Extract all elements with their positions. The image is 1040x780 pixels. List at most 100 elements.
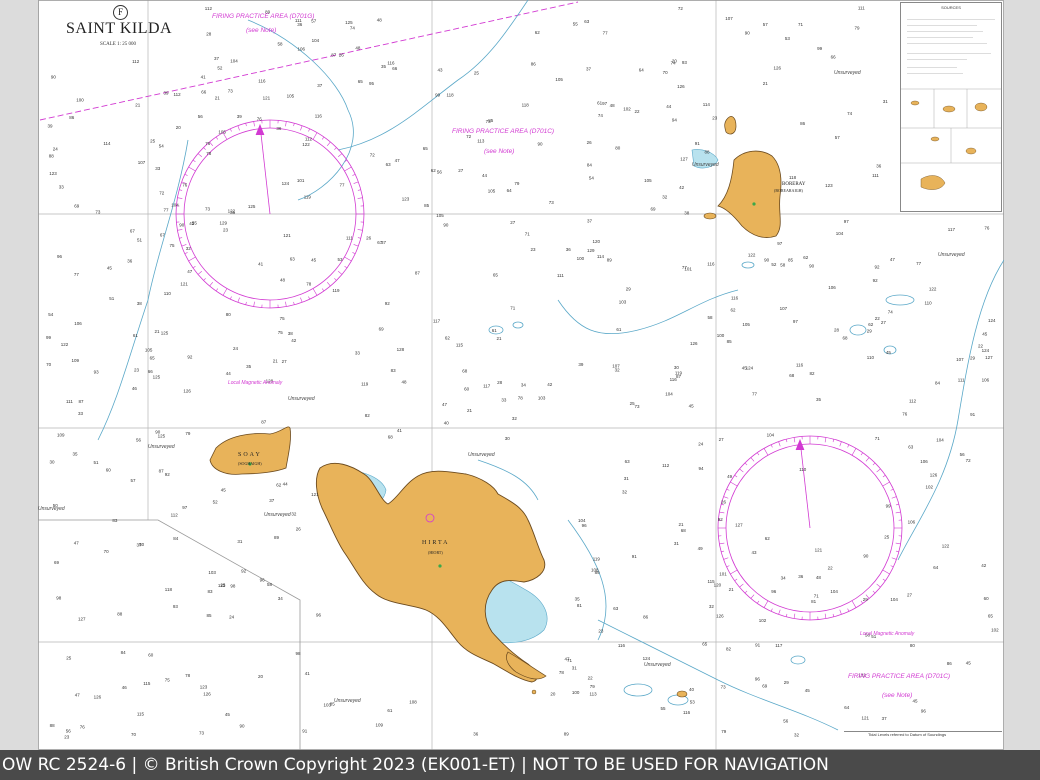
sounding-mark: 79 — [185, 431, 191, 436]
sounding-mark: 87 — [159, 468, 165, 473]
sounding-mark: 24 — [233, 346, 239, 351]
sounding-mark: 83 — [112, 518, 118, 523]
compass-tick — [734, 578, 738, 582]
unsurveyed-label: Unsurveyed — [264, 512, 291, 518]
sounding-mark: 73 — [95, 210, 101, 215]
sounding-mark: 117 — [775, 643, 783, 648]
sounding-mark: 58 — [278, 42, 284, 47]
sounding-mark: 22 — [828, 565, 834, 570]
unsurveyed-label: Unsurveyed — [468, 452, 495, 458]
sounding-mark: 114 — [703, 102, 711, 107]
sounding-mark: 21 — [215, 95, 221, 100]
sounding-mark: 73 — [635, 404, 641, 409]
sounding-mark: 97 — [844, 219, 850, 224]
sounding-mark: 48 — [280, 277, 286, 282]
sounding-mark: 96 — [755, 677, 761, 682]
sounding-mark: 95 — [369, 81, 375, 86]
sounding-mark: 45 — [221, 487, 227, 492]
sounding-mark: 37 — [882, 716, 888, 721]
unsurveyed-label: Unsurveyed — [288, 396, 315, 402]
sounding-mark: 124 — [643, 656, 651, 661]
nautical-chart[interactable]: 32 75 84 105 74 37 39 126 125 80 38 45 36 58 46 45 103 44… — [38, 0, 1004, 750]
sounding-mark: 34 — [521, 383, 527, 388]
sounding-mark: 65 — [702, 642, 708, 647]
sounding-mark: 55 — [573, 22, 579, 27]
sounding-mark: 103 — [538, 396, 546, 401]
sounding-mark: 101 — [719, 571, 727, 576]
sounding-mark: 90 — [179, 222, 185, 227]
sounding-mark: 105 — [555, 77, 563, 82]
sounding-mark: 126 — [930, 472, 938, 477]
compass-tick — [308, 296, 310, 300]
sounding-mark: 62 — [868, 322, 874, 327]
sounding-mark: 51 — [137, 238, 143, 243]
sounding-mark: 20 — [258, 674, 264, 679]
sounding-mark: 45 — [982, 332, 988, 337]
sounding-mark: 35 — [73, 452, 79, 457]
sounding-mark: 61 — [597, 100, 603, 105]
compass-tick — [300, 125, 303, 131]
sounding-mark: 98 — [230, 584, 236, 589]
sounding-mark: 26 — [296, 527, 302, 532]
sounding-mark: 119 — [304, 194, 312, 199]
sounding-mark: 114 — [597, 254, 605, 259]
compass-tick — [215, 288, 219, 292]
sounding-mark: 69 — [74, 204, 80, 209]
sounding-mark: 31 — [674, 541, 680, 546]
sounding-mark: 39 — [237, 114, 243, 119]
sounding-mark: 32 — [512, 416, 518, 421]
sounding-mark: 112 — [132, 59, 140, 64]
sounding-mark: 53 — [785, 36, 791, 41]
compass-tick — [357, 237, 361, 239]
sounding-mark: 63 — [613, 606, 619, 611]
sounding-mark: 99 — [817, 46, 823, 51]
sounding-mark: 73 — [205, 207, 211, 212]
sounding-mark: 104 — [767, 432, 775, 437]
sounding-mark: 36 — [473, 732, 479, 737]
sounding-mark: 48 — [610, 103, 616, 108]
sounding-mark: 90 — [51, 74, 57, 79]
sounding-mark: 66 — [831, 54, 837, 59]
sounding-mark: 67 — [377, 240, 383, 245]
sounding-mark: 96 — [582, 523, 588, 528]
sounding-mark: 122 — [61, 342, 69, 347]
sounding-mark: 111 — [557, 273, 564, 278]
sounding-mark: 71 — [510, 305, 516, 310]
compass-tick — [851, 600, 857, 608]
sounding-mark: 76 — [182, 183, 188, 188]
sounding-mark: 73 — [721, 685, 727, 690]
sounding-mark: 24 — [698, 441, 704, 446]
compass-tick — [353, 244, 359, 247]
sounding-mark: 109 — [376, 722, 384, 727]
sounding-mark: 62 — [535, 30, 541, 35]
compass-tick — [839, 441, 842, 447]
compass-tick — [230, 128, 232, 132]
sounding-mark: 111 — [858, 5, 865, 10]
compass-tick — [763, 600, 769, 608]
sounding-mark: 85 — [424, 203, 430, 208]
sounding-mark: 126 — [203, 691, 211, 696]
firing-area-note-d701g: (see Note) — [246, 27, 277, 34]
sounding-mark: 98 — [296, 651, 302, 656]
sounding-mark: 53 — [690, 700, 696, 705]
compass-tick — [253, 121, 255, 127]
sounding-mark: 107 — [956, 357, 964, 362]
compass-tick — [197, 270, 203, 275]
sounding-mark: 45 — [886, 350, 892, 355]
sounding-mark: 105 — [287, 94, 295, 99]
sounding-mark: 21 — [155, 329, 161, 334]
sounding-mark: 20 — [672, 59, 678, 64]
sounding-mark: 94 — [672, 117, 678, 122]
sounding-mark: 69 — [762, 684, 768, 689]
sounding-mark: 47 — [565, 656, 571, 661]
sounding-mark: 41 — [305, 671, 311, 676]
compass-tick — [744, 462, 748, 466]
compass-tick — [763, 448, 769, 456]
sounding-mark: 35 — [381, 64, 387, 69]
sounding-mark: 105 — [436, 213, 444, 218]
sounding-mark: 69 — [651, 207, 657, 212]
sounding-mark: 27 — [510, 220, 516, 225]
sounding-mark: 47 — [442, 402, 448, 407]
sounding-mark: 65 — [988, 613, 994, 618]
sounding-mark: 119 — [593, 557, 601, 562]
